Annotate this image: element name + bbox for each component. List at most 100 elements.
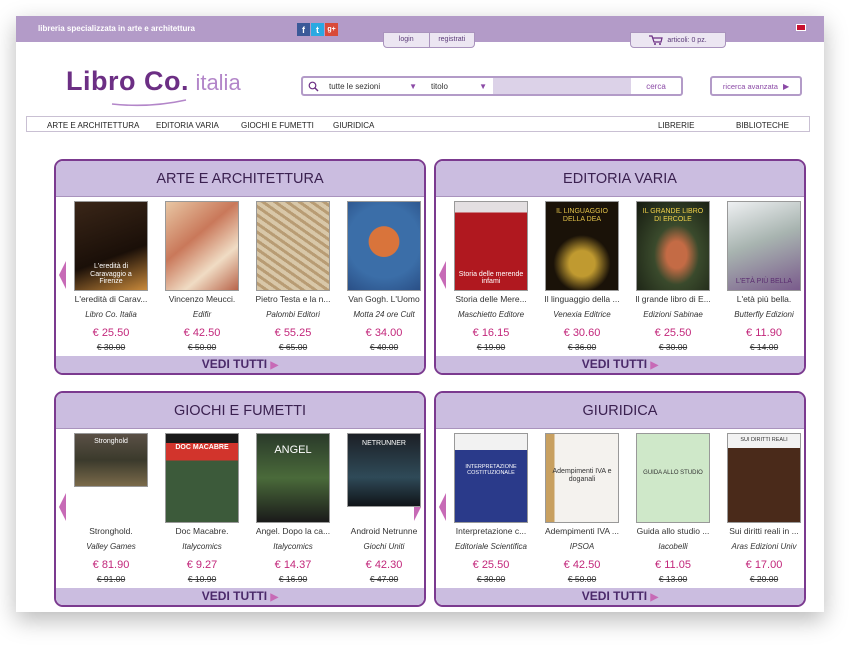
logo-swoosh-icon — [111, 99, 187, 107]
social-links: f t g+ — [297, 23, 338, 36]
product-card[interactable]: L'eredità di Caravaggio a Firenze L'ered… — [70, 201, 152, 352]
nav-item-editoria[interactable]: EDITORIA VARIA — [156, 121, 219, 130]
product-publisher: Venexia Editrice — [553, 310, 611, 319]
book-cover — [165, 201, 239, 291]
panel-title: GIURIDICA — [436, 393, 804, 429]
product-title: Van Gogh. L'Uomo — [348, 294, 420, 304]
view-all-button[interactable]: VEDI TUTTI ▶ — [56, 356, 424, 373]
product-card[interactable]: GUIDA ALLO STUDIO Guida allo studio ... … — [632, 433, 714, 584]
book-cover: NETRUNNER — [347, 433, 421, 507]
product-title: Il grande libro di E... — [635, 294, 711, 304]
section-select[interactable]: tutte le sezioni ▼ — [323, 82, 425, 91]
panel-title: GIOCHI E FUMETTI — [56, 393, 424, 429]
product-card[interactable]: ANGEL Angel. Dopo la ca... Italycomics €… — [252, 433, 334, 584]
product-card[interactable]: DOC MACABRE Doc Macabre. Italycomics € 9… — [161, 433, 243, 584]
carousel-prev-icon[interactable] — [439, 493, 446, 521]
nav-item-arte[interactable]: ARTE E ARCHITETTURA — [47, 121, 139, 130]
chevron-down-icon: ▼ — [479, 81, 487, 91]
search-bar: tutte le sezioni ▼ titolo ▼ cerca — [301, 76, 683, 96]
product-card[interactable]: INTERPRETAZIONE COSTITUZIONALE Interpret… — [450, 433, 532, 584]
cart-box[interactable]: articoli: 0 pz. — [630, 32, 726, 48]
product-card[interactable]: IL LINGUAGGIO DELLA DEA Il linguaggio de… — [541, 201, 623, 352]
view-all-button[interactable]: VEDI TUTTI ▶ — [56, 588, 424, 605]
product-old-price: € 16.90 — [278, 574, 308, 584]
product-card[interactable]: IL GRANDE LIBRO DI ERCOLE Il grande libr… — [632, 201, 714, 352]
product-old-price: € 30.00 — [96, 342, 126, 352]
product-old-price: € 36.00 — [567, 342, 597, 352]
product-publisher: Italycomics — [182, 542, 222, 551]
product-card[interactable]: Van Gogh. L'Uomo Motta 24 ore Cult € 34.… — [343, 201, 424, 352]
advanced-search-label: ricerca avanzata — [722, 81, 778, 91]
search-button[interactable]: cerca — [631, 82, 681, 91]
product-old-price: € 30.00 — [658, 342, 688, 352]
product-old-price: € 50.00 — [187, 342, 217, 352]
panel-editoria: EDITORIA VARIA Storia delle merende infa… — [434, 159, 806, 375]
register-link[interactable]: registrati — [428, 33, 475, 47]
product-title: Doc Macabre. — [175, 526, 229, 536]
field-select[interactable]: titolo ▼ — [425, 82, 493, 91]
product-title: Interpretazione c... — [455, 526, 527, 536]
arrow-right-icon: ▶ — [650, 592, 659, 603]
search-input[interactable] — [493, 78, 631, 94]
product-old-price: € 10.90 — [187, 574, 217, 584]
field-select-value: titolo — [431, 81, 448, 91]
product-card[interactable]: NETRUNNER Android Netrunne Giochi Uniti … — [343, 433, 424, 584]
product-price: € 25.50 — [472, 559, 510, 571]
book-cover: ANGEL — [256, 433, 330, 523]
product-publisher: Edifir — [192, 310, 212, 319]
product-card[interactable]: Storia delle merende infami Storia delle… — [450, 201, 532, 352]
main-nav: ARTE E ARCHITETTURA EDITORIA VARIA GIOCH… — [26, 116, 810, 132]
product-publisher: Editoriale Scientifica — [454, 542, 528, 551]
nav-item-biblioteche[interactable]: BIBLIOTECHE — [736, 121, 789, 130]
book-cover: Storia delle merende infami — [454, 201, 528, 291]
product-publisher: Edizioni Sabinae — [643, 310, 703, 319]
view-all-label: VEDI TUTTI — [581, 357, 648, 371]
product-old-price: € 91.00 — [96, 574, 126, 584]
product-card[interactable]: Stronghold Stronghold. Valley Games € 81… — [70, 433, 152, 584]
product-title: Storia delle Mere... — [455, 294, 527, 304]
view-all-button[interactable]: VEDI TUTTI ▶ — [436, 588, 804, 605]
product-price: € 25.50 — [654, 327, 692, 339]
product-old-price: € 20.00 — [749, 574, 779, 584]
facebook-icon[interactable]: f — [297, 23, 310, 36]
google-plus-icon[interactable]: g+ — [325, 23, 338, 36]
product-price: € 16.15 — [472, 327, 510, 339]
product-price: € 42.50 — [563, 559, 601, 571]
login-link[interactable]: login — [384, 33, 429, 47]
product-card[interactable]: L'ETÀ PIÙ BELLA L'età più bella. Butterf… — [723, 201, 804, 352]
book-cover: L'ETÀ PIÙ BELLA — [727, 201, 801, 291]
product-card[interactable]: SUI DIRITTI REALI Sui diritti reali in .… — [723, 433, 804, 584]
product-price: € 11.90 — [746, 327, 782, 339]
carousel-prev-icon[interactable] — [59, 493, 66, 521]
product-publisher: Italycomics — [273, 542, 313, 551]
product-title: Guida allo studio ... — [636, 526, 710, 536]
product-title: L'eredità di Carav... — [74, 294, 148, 304]
product-old-price: € 19.00 — [476, 342, 506, 352]
product-title: Angel. Dopo la ca... — [255, 526, 331, 536]
nav-item-giuridica[interactable]: GIURIDICA — [333, 121, 374, 130]
product-card[interactable]: Vincenzo Meucci. Edifir € 42.50 € 50.00 — [161, 201, 243, 352]
logo-sub-text: italia — [195, 70, 241, 95]
view-all-button[interactable]: VEDI TUTTI ▶ — [436, 356, 804, 373]
panel-giuridica: GIURIDICA INTERPRETAZIONE COSTITUZIONALE… — [434, 391, 806, 607]
twitter-icon[interactable]: t — [311, 23, 324, 36]
arrow-right-icon: ▶ — [650, 360, 659, 371]
uk-flag-icon[interactable] — [796, 24, 806, 31]
carousel-prev-icon[interactable] — [439, 261, 446, 289]
arrow-right-icon: ▶ — [270, 592, 279, 603]
book-cover: L'eredità di Caravaggio a Firenze — [74, 201, 148, 291]
product-old-price: € 14.00 — [749, 342, 779, 352]
advanced-search-button[interactable]: ricerca avanzata ▶ — [710, 76, 802, 96]
page: libreria specializzata in arte e archite… — [16, 16, 824, 612]
site-logo[interactable]: Libro Co. italia — [66, 66, 241, 107]
book-cover — [347, 201, 421, 291]
product-card[interactable]: Pietro Testa e la n... Palombi Editori €… — [252, 201, 334, 352]
arrow-right-icon: ▶ — [270, 360, 279, 371]
book-cover: IL GRANDE LIBRO DI ERCOLE — [636, 201, 710, 291]
carousel-prev-icon[interactable] — [59, 261, 66, 289]
nav-item-giochi[interactable]: GIOCHI E FUMETTI — [241, 121, 314, 130]
product-card[interactable]: Adempimenti IVA e doganali Adempimenti I… — [541, 433, 623, 584]
product-price: € 14.37 — [274, 559, 312, 571]
nav-item-librerie[interactable]: LIBRERIE — [658, 121, 694, 130]
product-price: € 55.25 — [274, 327, 312, 339]
